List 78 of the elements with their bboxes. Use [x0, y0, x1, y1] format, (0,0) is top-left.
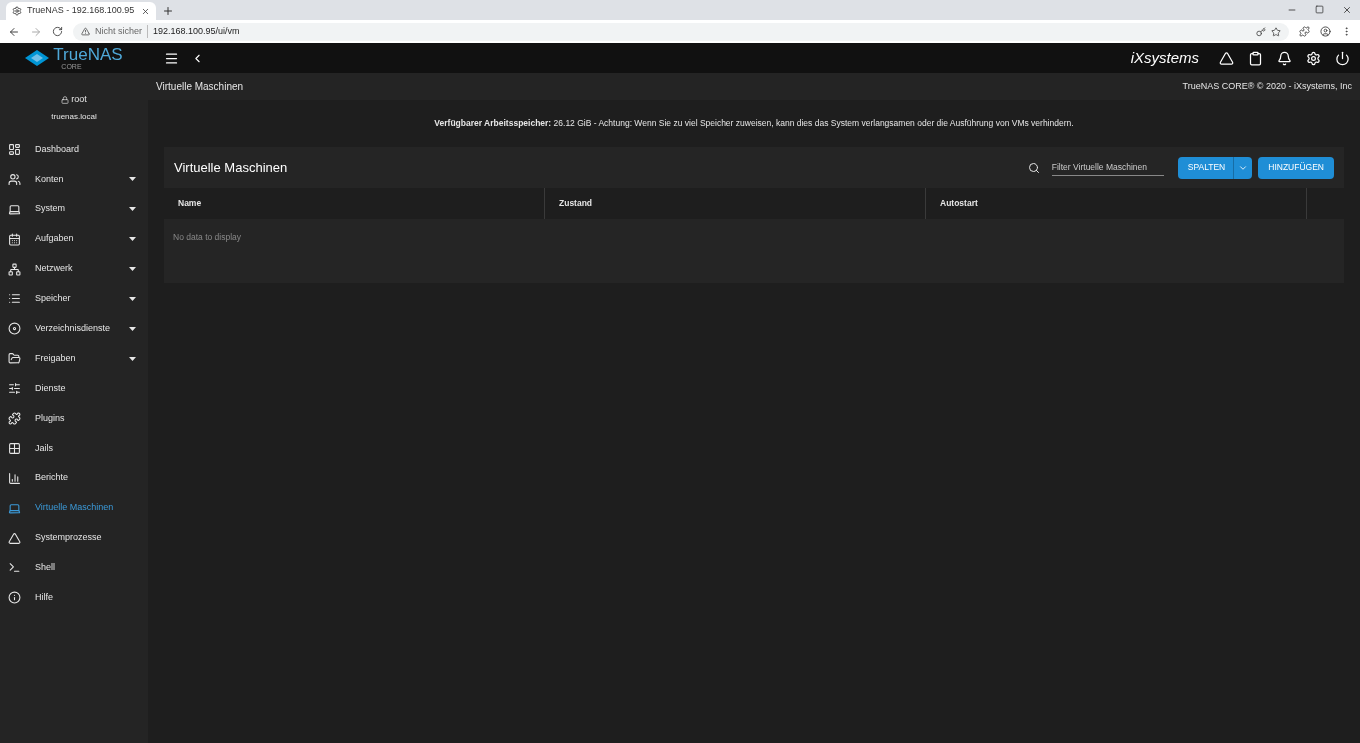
- tab-favicon: [12, 6, 22, 16]
- browser-tab[interactable]: TrueNAS - 192.168.100.95: [6, 2, 156, 20]
- calendar-icon: [8, 232, 21, 246]
- sidebar-item[interactable]: Freigaben: [0, 343, 148, 374]
- caret-icon: [129, 237, 136, 242]
- lock-icon: [61, 95, 70, 104]
- dashboard-icon: [8, 142, 21, 156]
- sidebar-item[interactable]: Aufgaben: [0, 224, 148, 255]
- logo-text: TrueNAS: [53, 46, 123, 63]
- triangle-icon[interactable]: [1219, 50, 1234, 66]
- memory-notice: Verfügbarer Arbeitsspeicher: 26.12 GiB - Achtung: Wenn Sie zu viel Speicher zuweisen, kann dies das System verlangsamen oder die Ausführung von VMs verhindern.: [434, 117, 1074, 130]
- empty-message: No data to display: [172, 231, 243, 244]
- logo-icon: [25, 50, 50, 66]
- sidebar-item[interactable]: Dashboard: [0, 134, 148, 165]
- menu-icon[interactable]: [164, 50, 179, 66]
- caret-icon: [129, 326, 136, 331]
- puzzle-icon: [8, 411, 21, 425]
- network-icon: [8, 262, 21, 276]
- card-title: Virtuelle Maschinen: [174, 158, 289, 177]
- sidebar-item[interactable]: Hilfe: [0, 582, 148, 613]
- disc-icon: [8, 322, 21, 336]
- close-icon[interactable]: [1342, 5, 1352, 15]
- caret-icon: [129, 296, 136, 301]
- breadcrumb: Virtuelle Maschinen: [156, 80, 245, 94]
- sidebar-item[interactable]: Konten: [0, 164, 148, 195]
- host-name: truenas.local: [51, 110, 97, 123]
- folder-icon: [8, 352, 21, 366]
- sidebar-item[interactable]: Shell: [0, 552, 148, 583]
- caret-icon: [129, 207, 136, 212]
- column-header[interactable]: Autostart: [926, 188, 1307, 219]
- sidebar-item[interactable]: Systemprozesse: [0, 523, 148, 553]
- search-icon: [1027, 161, 1040, 174]
- key-icon[interactable]: [1256, 26, 1266, 37]
- column-header[interactable]: Zustand: [545, 188, 926, 219]
- columns-button[interactable]: SPALTEN: [1177, 156, 1253, 179]
- maximize-icon[interactable]: [1315, 5, 1324, 14]
- power-icon[interactable]: [1335, 50, 1350, 66]
- sidebar-item[interactable]: Dienste: [0, 373, 148, 404]
- filter-field[interactable]: Filter Virtuelle Maschinen: [1051, 158, 1164, 177]
- sidebar-item[interactable]: Speicher: [0, 283, 148, 314]
- info-icon: [8, 591, 21, 605]
- close-icon[interactable]: [141, 6, 150, 16]
- star-icon[interactable]: [1271, 26, 1281, 37]
- clipboard-icon[interactable]: [1248, 50, 1263, 66]
- caret-icon: [129, 356, 136, 361]
- back-icon[interactable]: [8, 25, 20, 38]
- terminal-icon: [8, 561, 21, 575]
- address-bar[interactable]: Nicht sicher 192.168.100.95/ui/vm: [73, 22, 1289, 41]
- profile-icon[interactable]: [1320, 26, 1331, 37]
- copyright-text: TrueNAS CORE® © 2020 - iXsystems, Inc: [1182, 79, 1352, 93]
- chart-icon: [8, 471, 21, 485]
- laptop-icon: [8, 202, 21, 216]
- user-name: root: [71, 93, 87, 106]
- warning-icon: [81, 27, 90, 36]
- sidebar-item[interactable]: Netzwerk: [0, 254, 148, 284]
- laptop-icon: [8, 501, 21, 515]
- sidebar-item[interactable]: Verzeichnisdienste: [0, 313, 148, 344]
- users-icon: [8, 172, 21, 186]
- settings-icon[interactable]: [1306, 50, 1321, 66]
- sidebar-item[interactable]: Virtuelle Maschinen: [0, 493, 148, 524]
- reload-icon[interactable]: [52, 26, 63, 37]
- caret-icon: [129, 267, 136, 271]
- list-icon: [8, 292, 21, 306]
- brand-logo: iXsystems: [1130, 47, 1199, 68]
- add-button[interactable]: HINZUFÜGEN: [1258, 156, 1334, 179]
- security-warning: Nicht sicher: [95, 24, 142, 38]
- extension-icon[interactable]: [1299, 26, 1310, 37]
- bell-icon[interactable]: [1277, 50, 1292, 66]
- sidebar-item[interactable]: Jails: [0, 433, 148, 464]
- url-text: 192.168.100.95/ui/vm: [147, 24, 240, 39]
- sliders-icon: [8, 382, 21, 396]
- caret-icon: [129, 177, 136, 182]
- sidebar-item[interactable]: Berichte: [0, 463, 148, 494]
- sidebar-item[interactable]: System: [0, 194, 148, 225]
- column-header[interactable]: Name: [164, 188, 545, 219]
- new-tab-icon[interactable]: [162, 5, 174, 17]
- triangle-icon: [8, 531, 21, 545]
- sidebar-item[interactable]: Plugins: [0, 403, 148, 434]
